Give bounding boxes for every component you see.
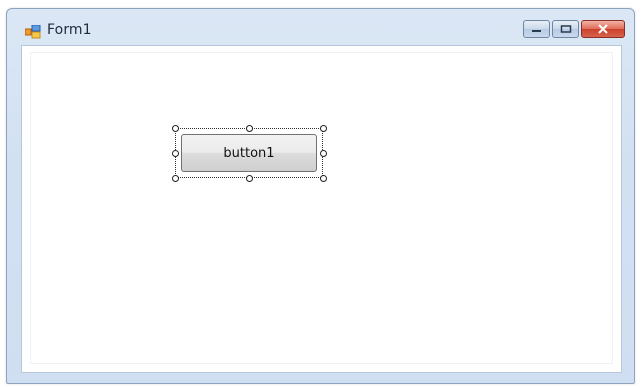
window-title: Form1	[47, 22, 92, 38]
maximize-button[interactable]	[552, 20, 579, 38]
button1[interactable]: button1	[181, 134, 317, 172]
resize-handle-bottom-left[interactable]	[172, 175, 179, 182]
close-icon	[598, 24, 608, 34]
maximize-icon	[560, 25, 571, 33]
close-button[interactable]	[581, 20, 625, 38]
minimize-button[interactable]	[523, 20, 550, 38]
form-icon	[24, 24, 41, 39]
window-controls	[523, 20, 625, 40]
resize-handle-right[interactable]	[320, 150, 327, 157]
resize-handle-top[interactable]	[246, 125, 253, 132]
form-client-area[interactable]	[21, 45, 622, 373]
minimize-icon	[531, 30, 541, 32]
resize-handle-left[interactable]	[172, 150, 179, 157]
resize-handle-top-left[interactable]	[172, 125, 179, 132]
title-bar[interactable]: Form1	[7, 9, 634, 45]
form-design-surface	[30, 52, 613, 364]
resize-handle-top-right[interactable]	[320, 125, 327, 132]
form-window: Form1	[6, 8, 635, 384]
resize-handle-bottom[interactable]	[246, 175, 253, 182]
resize-handle-bottom-right[interactable]	[320, 175, 327, 182]
